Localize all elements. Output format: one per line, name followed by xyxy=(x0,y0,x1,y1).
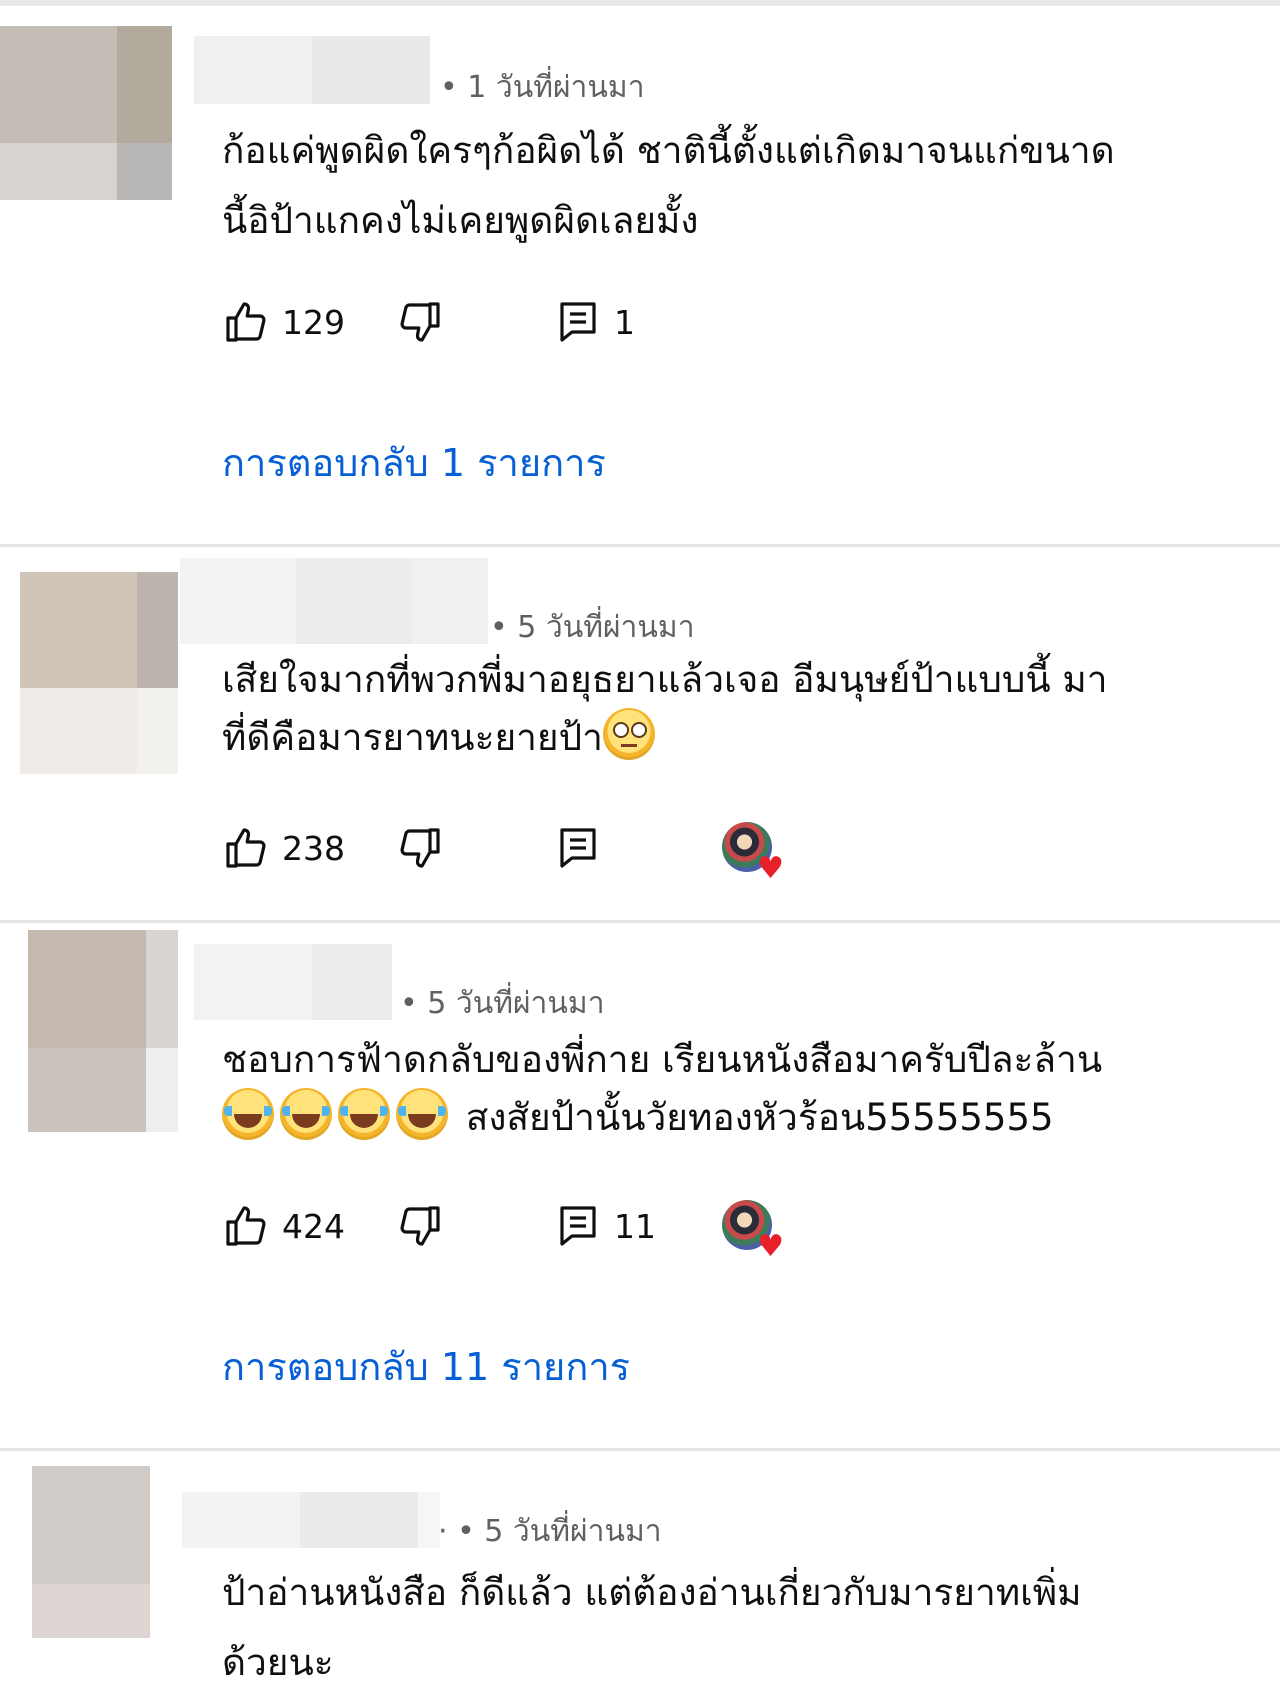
thumbs-up-icon xyxy=(226,302,266,342)
comment-text-line: สงสัยป้านั้นวัยทองหัวร้อน55555555 xyxy=(465,1096,1054,1139)
comment-timestamp[interactable]: · • 5 วันที่ผ่านมา xyxy=(438,1508,662,1555)
reply-icon xyxy=(560,828,596,868)
comment-text: ป้าอ่านหนังสือ ก็ดีแล้ว แต่ต้องอ่านเกี่ย… xyxy=(222,1558,1232,1698)
like-button[interactable]: 129 xyxy=(222,292,345,352)
comment-actions: 238 ♥ xyxy=(222,818,822,884)
thumbs-up-icon xyxy=(226,828,266,868)
comment-text-line: ชอบการฟ้าดกลับของพี่กาย เรียนหนังสือมาคร… xyxy=(222,1038,1103,1081)
avatar[interactable] xyxy=(28,930,178,1132)
comment-text-line: นี้อิป้าแกคงไม่เคยพูดผิดเลยมั้ง xyxy=(222,199,699,242)
like-count: 424 xyxy=(282,1206,345,1246)
thumbs-down-icon xyxy=(400,828,440,868)
like-button[interactable]: 238 xyxy=(222,818,345,878)
heart-icon: ♥ xyxy=(757,851,784,886)
reply-button[interactable]: 1 xyxy=(554,292,635,352)
comment-text: ก้อแค่พูดผิดใครๆก้อผิดได้ ชาตินี้ตั้งแต่… xyxy=(222,116,1232,256)
comment-actions: 129 1 xyxy=(222,292,822,352)
comment-text-line: เสียใจมากที่พวกพี่มาอยุธยาแล้วเจอ อีมนุษ… xyxy=(222,658,1108,701)
reply-button[interactable]: 11 xyxy=(554,1196,656,1256)
comment-text-line-2: สงสัยป้านั้นวัยทองหัวร้อน55555555 xyxy=(222,1088,1232,1144)
thumbs-down-icon xyxy=(400,1206,440,1246)
avatar[interactable] xyxy=(0,26,172,200)
dislike-button[interactable] xyxy=(396,292,444,352)
like-count: 129 xyxy=(282,302,345,342)
reply-icon xyxy=(560,302,596,342)
comment-actions: 424 11 ♥ xyxy=(222,1196,822,1262)
creator-heart-badge: ♥ xyxy=(722,822,784,884)
comment-text-line: ก้อแค่พูดผิดใครๆก้อผิดได้ ชาตินี้ตั้งแต่… xyxy=(222,129,1115,172)
reply-button[interactable] xyxy=(554,818,602,878)
comment-text-line: ที่ดีคือมารยาทนะยายป้า xyxy=(222,716,603,759)
laughing-emoji xyxy=(396,1088,448,1140)
view-replies-link[interactable]: การตอบกลับ 1 รายการ xyxy=(222,432,606,493)
comment-divider xyxy=(0,544,1280,547)
like-count: 238 xyxy=(282,828,345,868)
avatar[interactable] xyxy=(32,1466,150,1638)
reply-count: 1 xyxy=(614,302,635,342)
dislike-button[interactable] xyxy=(396,1196,444,1256)
comment-timestamp[interactable]: • 5 วันที่ผ่านมา xyxy=(400,980,605,1027)
comment-text: เสียใจมากที่พวกพี่มาอยุธยาแล้วเจอ อีมนุษ… xyxy=(222,652,1232,764)
thumbs-up-icon xyxy=(226,1206,266,1246)
comment-timestamp[interactable]: • 5 วันที่ผ่านมา xyxy=(490,604,695,651)
author-name-blurred[interactable] xyxy=(194,36,430,104)
comment-divider xyxy=(0,1448,1280,1451)
heart-icon: ♥ xyxy=(757,1229,784,1264)
view-replies-link[interactable]: การตอบกลับ 11 รายการ xyxy=(222,1336,630,1397)
eyeroll-emoji xyxy=(602,708,655,760)
author-name-blurred[interactable] xyxy=(194,944,392,1020)
creator-heart-badge: ♥ xyxy=(722,1200,784,1262)
comment-divider xyxy=(0,920,1280,923)
comment-text-line-2: ที่ดีคือมารยาทนะยายป้า xyxy=(222,708,1232,764)
laughing-emoji xyxy=(222,1088,274,1140)
reply-count: 11 xyxy=(614,1206,656,1246)
laughing-emoji xyxy=(338,1088,390,1140)
laughing-emoji xyxy=(280,1088,332,1140)
reply-icon xyxy=(560,1206,596,1246)
comment-timestamp[interactable]: • 1 วันที่ผ่านมา xyxy=(440,64,645,111)
thumbs-down-icon xyxy=(400,302,440,342)
comment-text-line: ด้วยนะ xyxy=(222,1641,334,1684)
avatar[interactable] xyxy=(20,572,178,774)
author-name-blurred[interactable] xyxy=(182,1492,440,1548)
comment-text: ชอบการฟ้าดกลับของพี่กาย เรียนหนังสือมาคร… xyxy=(222,1032,1232,1144)
dislike-button[interactable] xyxy=(396,818,444,878)
like-button[interactable]: 424 xyxy=(222,1196,345,1256)
top-divider xyxy=(0,0,1280,6)
comment-text-line: ป้าอ่านหนังสือ ก็ดีแล้ว แต่ต้องอ่านเกี่ย… xyxy=(222,1571,1082,1614)
author-name-blurred[interactable] xyxy=(180,558,488,644)
